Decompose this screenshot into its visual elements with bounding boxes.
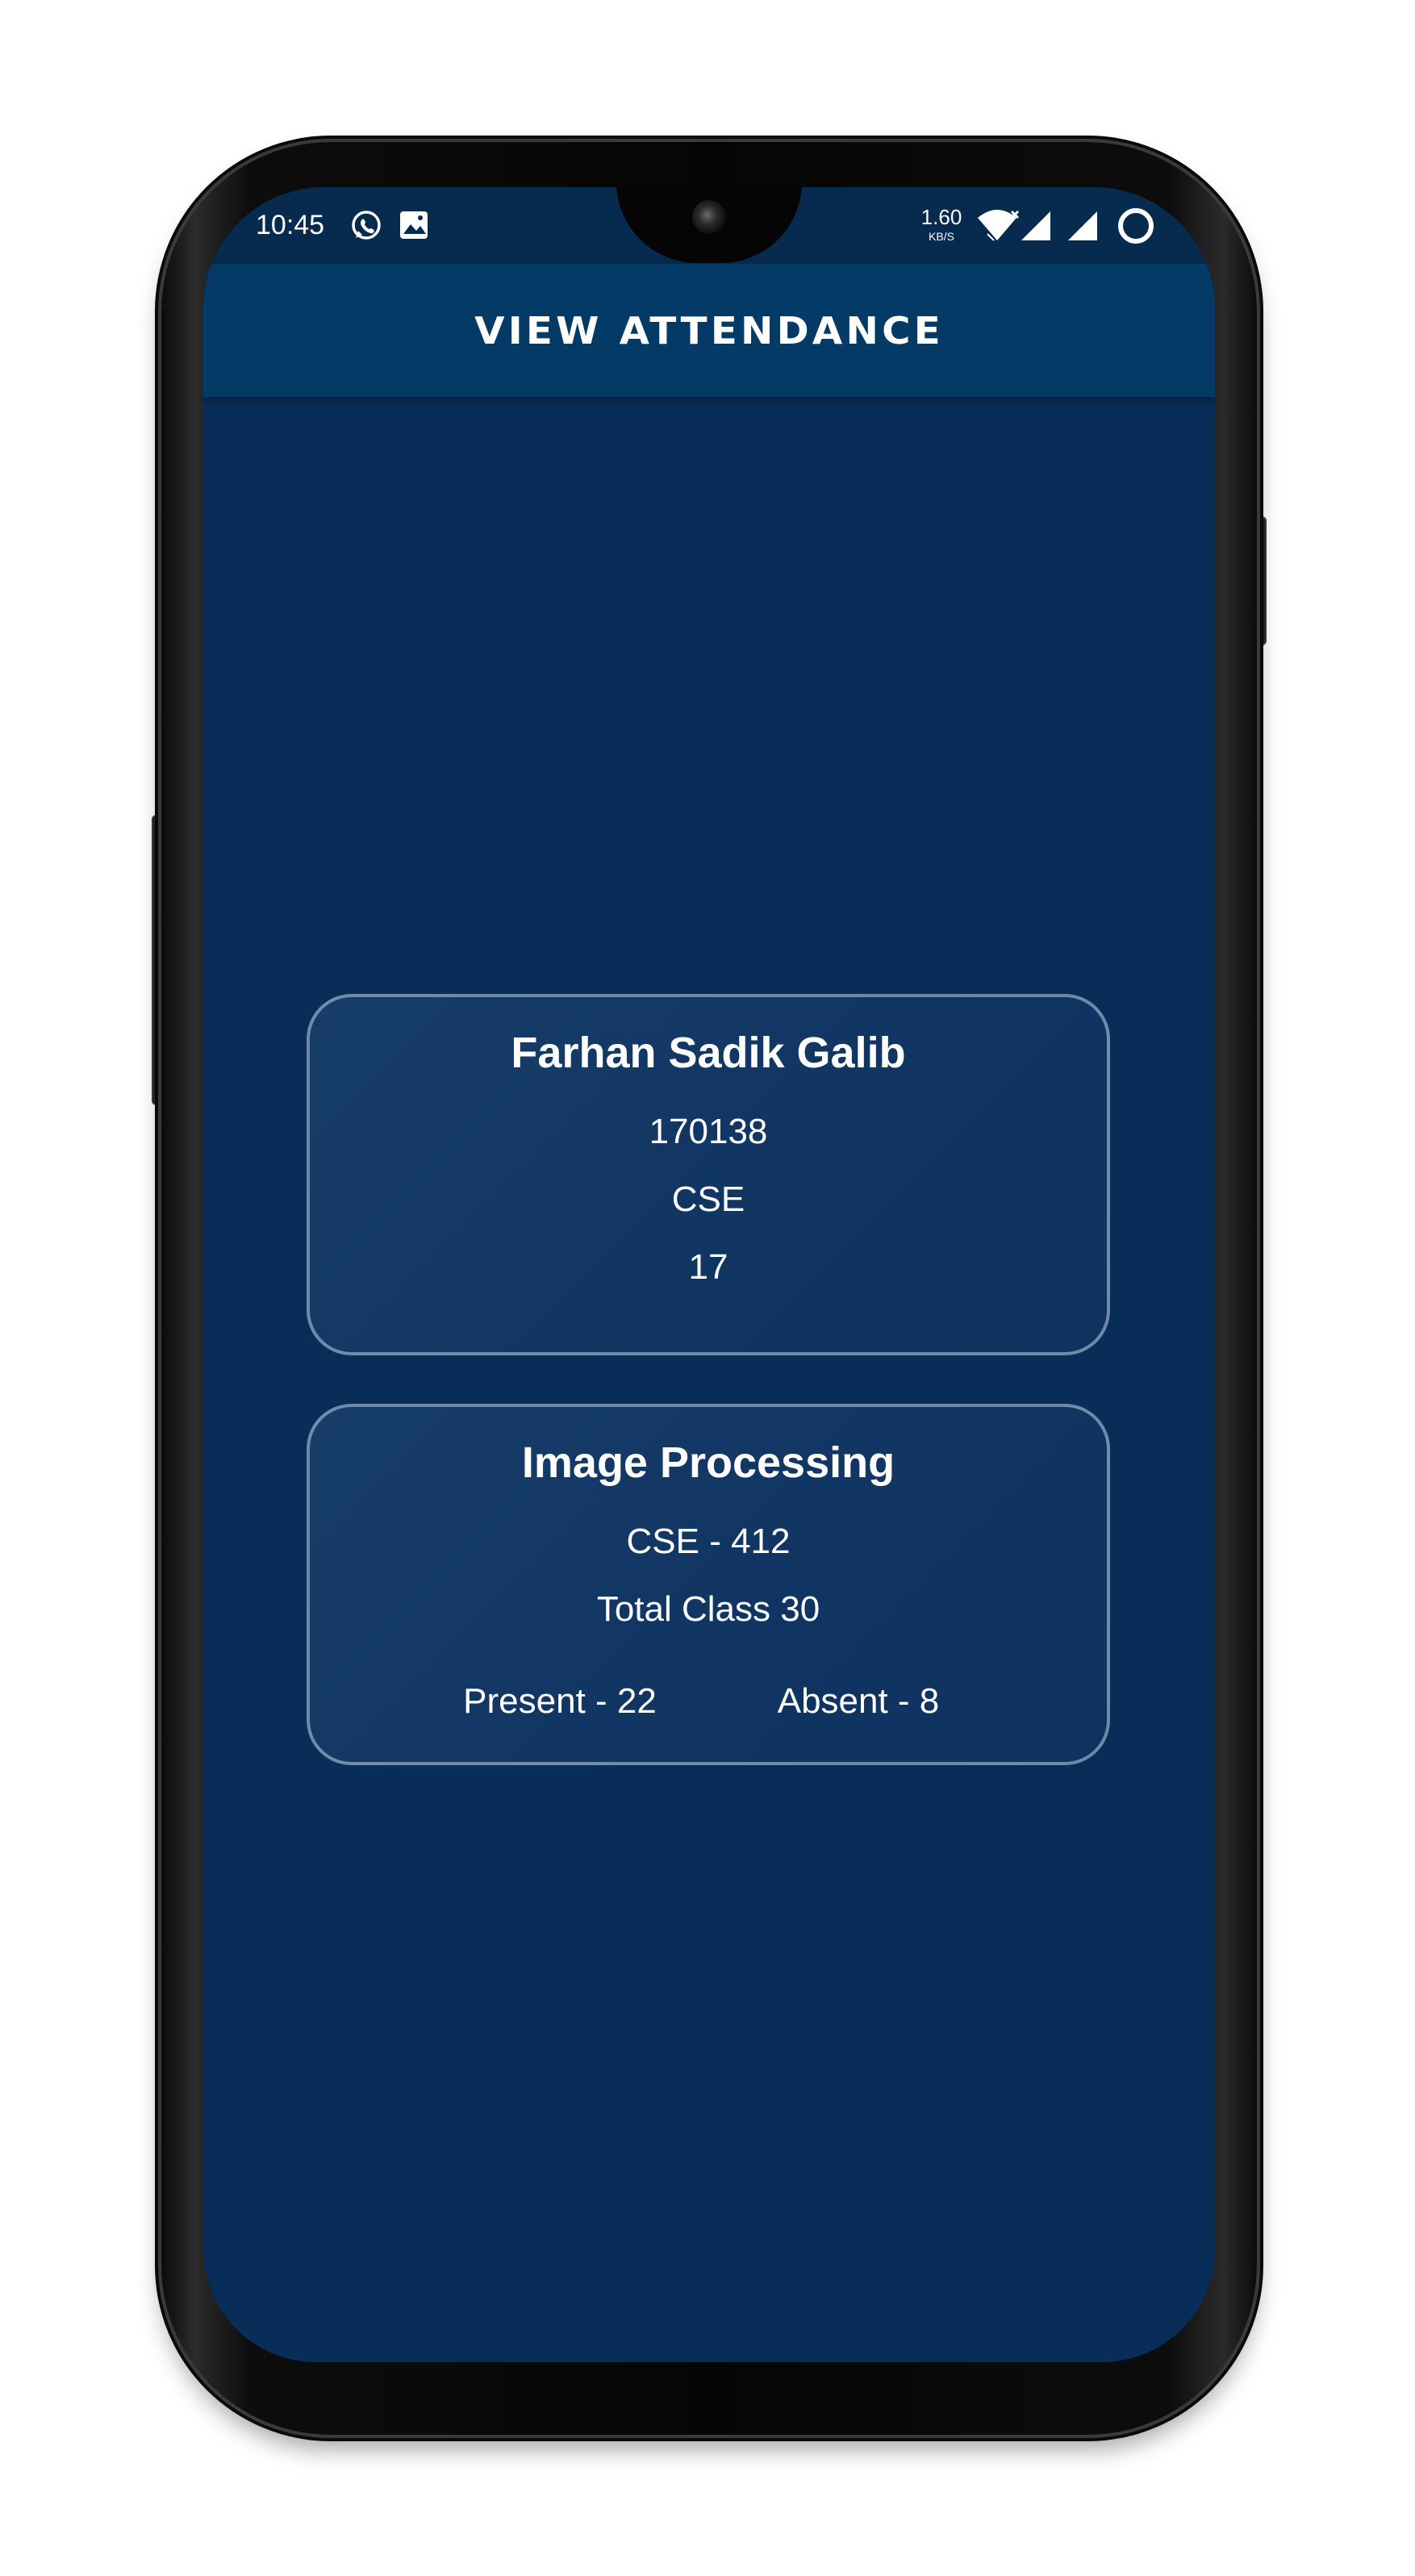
loading-icon [1118,208,1154,244]
student-name: Farhan Sadik Galib [511,1029,906,1077]
phone-screen: 10:45 1.60 KB/S VIEW ATTENDANCE Farhan S… [203,187,1215,2362]
course-title: Image Processing [521,1438,895,1487]
camera-icon [692,200,726,234]
course-code: CSE - 412 [626,1522,791,1561]
speed-unit: KB/S [929,230,954,243]
student-department: CSE [671,1179,745,1219]
student-info-card: Farhan Sadik Galib 170138 CSE 17 [307,994,1110,1355]
signal-icon [1021,211,1050,240]
status-time: 10:45 [256,210,325,240]
course-attendance-card: Image Processing CSE - 412 Total Class 3… [307,1404,1110,1765]
signal-icon [1068,211,1097,240]
whatsapp-icon [352,211,381,240]
present-count: Present - 22 [463,1681,657,1721]
absent-count: Absent - 8 [777,1681,940,1721]
total-classes: Total Class 30 [596,1589,820,1629]
speed-value: 1.60 [920,205,962,229]
page-title: VIEW ATTENDANCE [474,308,944,353]
app-bar: VIEW ATTENDANCE [203,264,1215,397]
wifi-icon [978,210,1020,241]
network-speed: 1.60 KB/S [917,207,966,242]
student-id: 170138 [649,1112,768,1151]
student-batch: 17 [688,1247,728,1287]
image-icon [400,211,428,239]
